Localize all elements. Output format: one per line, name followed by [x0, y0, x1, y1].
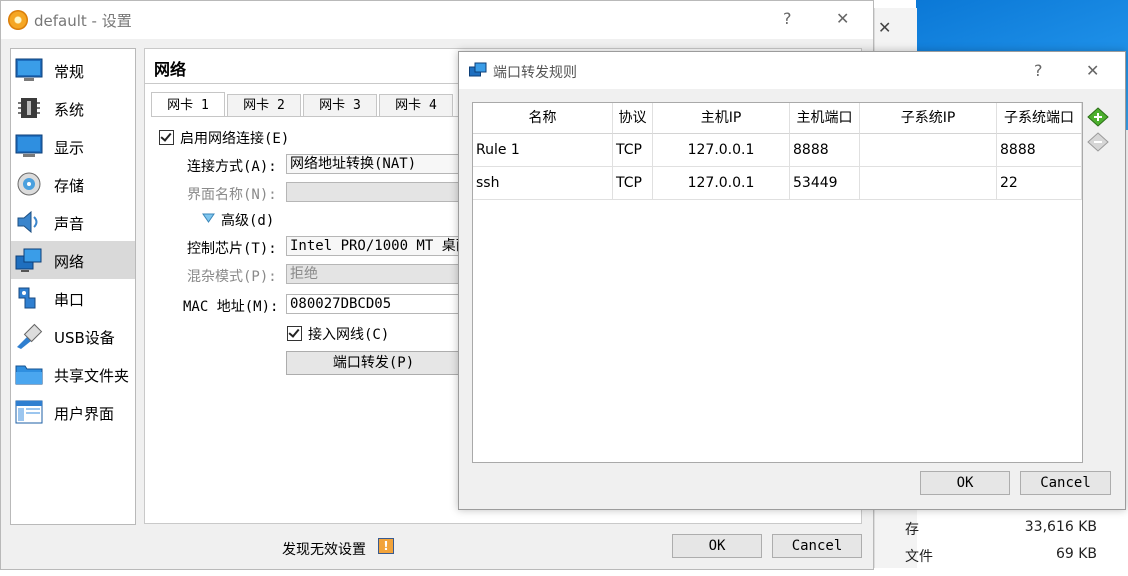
storage-icon: [17, 172, 41, 196]
table-cell[interactable]: 22: [997, 167, 1082, 200]
tab-adapter-3[interactable]: 网卡 3: [303, 94, 377, 116]
table-cell[interactable]: TCP: [613, 167, 653, 200]
sidebar-item-serial-port[interactable]: 串口: [11, 279, 135, 317]
background-close-icon[interactable]: ✕: [878, 18, 891, 37]
chevron-down-icon[interactable]: [202, 213, 215, 223]
window-title: default - 设置: [34, 12, 132, 30]
shared-folder-icon: [15, 365, 43, 385]
sidebar-item-network[interactable]: 网络: [11, 241, 135, 279]
page-title: 网络: [154, 60, 187, 79]
table-cell[interactable]: Rule 1: [473, 134, 613, 167]
column-header[interactable]: 子系统端口: [997, 103, 1082, 134]
warning-icon[interactable]: !: [378, 538, 394, 554]
tab-adapter-4[interactable]: 网卡 4: [379, 94, 453, 116]
sidebar-item-shared-folders[interactable]: 共享文件夹: [11, 355, 135, 393]
remove-rule-icon[interactable]: [1087, 132, 1109, 152]
dialog-cancel-button[interactable]: Cancel: [1020, 471, 1111, 495]
adapter-type-label: 控制芯片(T):: [187, 241, 277, 257]
table-cell[interactable]: 8888: [790, 134, 860, 167]
tab-adapter-1[interactable]: 网卡 1: [151, 92, 225, 116]
general-icon: [15, 58, 43, 81]
sidebar-item-label: 系统: [54, 101, 85, 119]
column-header[interactable]: 主机IP: [653, 103, 790, 134]
sidebar-item-system[interactable]: 系统: [11, 89, 135, 127]
column-header[interactable]: 子系统IP: [860, 103, 997, 134]
cable-connected-label: 接入网线(C): [308, 327, 390, 343]
serial-port-icon: [18, 287, 36, 309]
dialog-title: 端口转发规则: [493, 65, 577, 81]
table-cell[interactable]: 127.0.0.1: [653, 134, 790, 167]
column-header[interactable]: 名称: [473, 103, 613, 134]
adapter-type-select[interactable]: Intel PRO/1000 MT 桌面: [286, 236, 461, 256]
network-icon: [469, 62, 487, 77]
promiscuous-mode-label: 混杂模式(P):: [187, 269, 277, 285]
sidebar-item-label: USB设备: [54, 329, 115, 347]
attached-to-select[interactable]: 网络地址转换(NAT): [286, 154, 461, 174]
sidebar-item-usb[interactable]: USB设备: [11, 317, 135, 355]
sidebar-item-general[interactable]: 常规: [11, 51, 135, 89]
sidebar-item-display[interactable]: 显示: [11, 127, 135, 165]
background-file-size: 69 KB: [1055, 546, 1097, 562]
user-interface-icon: [15, 400, 43, 424]
interface-name-label: 界面名称(N):: [187, 187, 277, 203]
table-cell[interactable]: 8888: [997, 134, 1082, 167]
sidebar-item-label: 常规: [54, 63, 85, 81]
system-icon: [18, 98, 40, 118]
sidebar-item-audio[interactable]: 声音: [11, 203, 135, 241]
mac-address-field[interactable]: 080027DBCD05: [286, 294, 461, 314]
column-header[interactable]: 主机端口: [790, 103, 860, 134]
background-file-name: 文件: [905, 549, 933, 565]
promiscuous-mode-select[interactable]: 拒绝: [286, 264, 461, 284]
background-file-row[interactable]: 文件 69 KB: [905, 546, 1105, 566]
table-cell[interactable]: 127.0.0.1: [653, 167, 790, 200]
port-forwarding-dialog: 端口转发规则 ? ✕ 名称 协议 主机IP 主机端口 子系统IP 子系统端口 R…: [458, 51, 1126, 510]
interface-name-select[interactable]: [286, 182, 461, 202]
enable-network-checkbox[interactable]: [159, 130, 174, 145]
port-forwarding-button[interactable]: 端口转发(P): [286, 351, 461, 375]
help-button[interactable]: ?: [783, 9, 792, 28]
sidebar-item-storage[interactable]: 存储: [11, 165, 135, 203]
ok-button[interactable]: OK: [672, 534, 762, 558]
attached-to-label: 连接方式(A):: [187, 159, 277, 175]
virtualbox-icon: [8, 10, 28, 30]
dialog-title-bar[interactable]: 端口转发规则 ? ✕: [459, 52, 1125, 89]
table-cell[interactable]: ssh: [473, 167, 613, 200]
dialog-help-button[interactable]: ?: [1034, 61, 1043, 80]
sidebar-item-label: 网络: [54, 253, 85, 271]
display-icon: [15, 134, 43, 157]
background-file-size: 33,616 KB: [1024, 519, 1097, 535]
sidebar-item-label: 显示: [54, 139, 85, 157]
cable-connected-checkbox[interactable]: [287, 326, 302, 341]
column-header[interactable]: 协议: [613, 103, 653, 134]
invalid-settings-label: 发现无效设置: [282, 542, 366, 558]
sidebar-item-label: 存储: [54, 177, 85, 195]
tab-adapter-2[interactable]: 网卡 2: [227, 94, 301, 116]
table-cell[interactable]: TCP: [613, 134, 653, 167]
dialog-close-button[interactable]: ✕: [1086, 61, 1099, 80]
sidebar-item-label: 用户界面: [54, 405, 115, 423]
dialog-ok-button[interactable]: OK: [920, 471, 1010, 495]
sidebar-item-label: 串口: [54, 291, 85, 309]
settings-sidebar: 常规 系统 显示 存储 声音 网络 串口 USB设备 共享文件夹 用户界面: [10, 48, 136, 525]
title-bar[interactable]: default - 设置 ? ✕: [1, 1, 873, 39]
table-cell[interactable]: [860, 167, 997, 200]
sidebar-item-label: 声音: [54, 215, 85, 233]
network-icon: [15, 248, 42, 272]
enable-network-label: 启用网络连接(E): [180, 131, 290, 147]
table-cell[interactable]: [860, 134, 997, 167]
sidebar-item-label: 共享文件夹: [54, 367, 130, 385]
background-file-row[interactable]: 存 33,616 KB: [905, 519, 1105, 539]
background-file-name: 存: [905, 522, 919, 538]
sidebar-item-user-interface[interactable]: 用户界面: [11, 393, 135, 431]
add-rule-icon[interactable]: [1087, 107, 1109, 127]
table-cell[interactable]: 53449: [790, 167, 860, 200]
audio-icon: [17, 210, 38, 234]
close-button[interactable]: ✕: [836, 9, 849, 28]
port-forwarding-table[interactable]: 名称 协议 主机IP 主机端口 子系统IP 子系统端口 Rule 1 TCP 1…: [472, 102, 1083, 463]
advanced-toggle[interactable]: 高级(d): [221, 210, 274, 230]
usb-icon: [17, 323, 43, 349]
mac-address-label: MAC 地址(M):: [183, 299, 279, 315]
cancel-button[interactable]: Cancel: [772, 534, 862, 558]
